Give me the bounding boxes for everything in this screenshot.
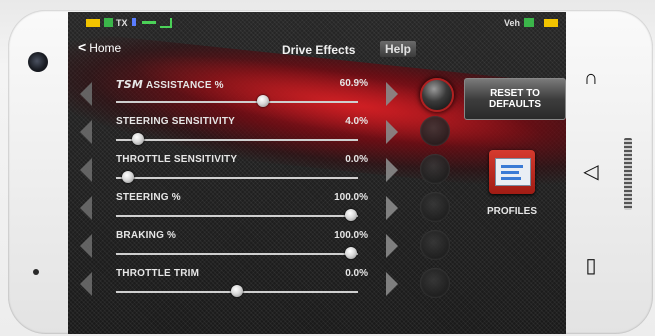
setting-label-text: STEERING % <box>116 192 181 203</box>
decrease-arrow-icon[interactable] <box>80 196 92 220</box>
setting-value: 60.9% <box>339 78 368 89</box>
vehicle-battery-icon <box>544 19 558 27</box>
reset-label-line2: DEFAULTS <box>488 99 542 110</box>
slider-track[interactable] <box>116 177 358 179</box>
slider-track[interactable] <box>116 139 358 141</box>
vehicle-icon <box>524 18 534 27</box>
effect-dial-icon[interactable] <box>420 154 450 184</box>
page-title: Drive Effects <box>282 43 356 57</box>
slider-handle[interactable] <box>122 171 135 183</box>
setting-label: THROTTLE SENSITIVITY <box>116 154 237 165</box>
effect-dial-icon[interactable] <box>420 116 450 146</box>
link-icon <box>142 21 156 24</box>
help-button[interactable]: Help <box>380 41 416 57</box>
tx-icon <box>104 18 113 27</box>
decrease-arrow-icon[interactable] <box>80 120 92 144</box>
reset-to-defaults-button[interactable]: RESET TO DEFAULTS <box>464 78 566 120</box>
slider-handle[interactable] <box>131 133 144 145</box>
veh-label: Veh <box>504 18 521 28</box>
setting-value: 0.0% <box>345 154 368 165</box>
speaker-grille <box>624 138 632 210</box>
profiles-document-icon <box>495 158 531 186</box>
setting-label-text: BRAKING % <box>116 230 177 241</box>
setting-value: 0.0% <box>345 268 368 279</box>
slider-handle[interactable] <box>344 209 357 221</box>
home-back-button[interactable]: < Home <box>78 39 121 55</box>
decrease-arrow-icon[interactable] <box>80 158 92 182</box>
effect-dial-icon[interactable] <box>420 268 450 298</box>
increase-arrow-icon[interactable] <box>386 82 398 106</box>
setting-row: THROTTLE SENSITIVITY 0.0% <box>68 150 408 188</box>
increase-arrow-icon[interactable] <box>386 234 398 258</box>
setting-label: STEERING SENSITIVITY <box>116 116 235 127</box>
status-bar: TX Veh <box>68 12 566 34</box>
profiles-icon[interactable] <box>489 150 535 194</box>
setting-value: 100.0% <box>334 192 368 203</box>
decrease-arrow-icon[interactable] <box>80 272 92 296</box>
increase-arrow-icon[interactable] <box>386 272 398 296</box>
setting-label: STEERING % <box>116 192 181 203</box>
signal-icon <box>160 18 172 28</box>
setting-label: TSM ASSISTANCE % <box>116 78 224 91</box>
setting-label-text: THROTTLE TRIM <box>116 268 200 279</box>
profiles-label[interactable]: PROFILES <box>482 206 542 217</box>
setting-row: STEERING % 100.0% <box>68 188 408 226</box>
battery-icon <box>86 19 100 27</box>
setting-row: STEERING SENSITIVITY 4.0% <box>68 112 408 150</box>
setting-label-text: THROTTLE SENSITIVITY <box>116 154 238 165</box>
sensor-dot-icon <box>33 269 39 275</box>
setting-row: BRAKING % 100.0% <box>68 226 408 264</box>
slider-track[interactable] <box>116 253 358 255</box>
decrease-arrow-icon[interactable] <box>80 82 92 106</box>
setting-label: BRAKING % <box>116 230 176 241</box>
increase-arrow-icon[interactable] <box>386 158 398 182</box>
setting-value: 100.0% <box>334 230 368 241</box>
increase-arrow-icon[interactable] <box>386 196 398 220</box>
effect-dial-icon[interactable] <box>420 230 450 260</box>
home-back-label: Home <box>89 41 122 55</box>
increase-arrow-icon[interactable] <box>386 120 398 144</box>
setting-label: THROTTLE TRIM <box>116 268 199 279</box>
tsm-logo: TSM <box>116 78 143 91</box>
setting-row: TSM ASSISTANCE % 60.9% <box>68 74 408 112</box>
decrease-arrow-icon[interactable] <box>80 234 92 258</box>
bluetooth-icon <box>132 18 136 26</box>
effect-dial-icon[interactable] <box>420 192 450 222</box>
recent-apps-softkey-icon[interactable]: ▯ <box>580 254 602 278</box>
tx-label: TX <box>116 18 128 28</box>
back-softkey-icon[interactable]: ∩ <box>580 66 602 90</box>
slider-handle[interactable] <box>344 247 357 259</box>
setting-label-text: STEERING SENSITIVITY <box>116 116 236 127</box>
slider-track[interactable] <box>116 101 358 103</box>
app-screen: TX Veh < Home Drive Effects Help TSM ASSIS… <box>68 12 566 334</box>
reset-label-line1: RESET TO <box>490 88 540 99</box>
setting-value: 4.0% <box>345 116 368 127</box>
effect-dial-icon[interactable] <box>420 78 454 112</box>
slider-track[interactable] <box>116 215 358 217</box>
slider-handle[interactable] <box>231 285 243 297</box>
setting-label-text: ASSISTANCE % <box>145 80 224 91</box>
home-softkey-icon[interactable]: ◁ <box>580 160 602 184</box>
slider-handle[interactable] <box>257 95 270 107</box>
setting-row: THROTTLE TRIM 0.0% <box>68 264 408 302</box>
chevron-left-icon: < <box>78 39 87 55</box>
phone-device: ∩ ◁ ▯ TX Veh < Home Drive Effects Help TS… <box>0 0 655 336</box>
front-camera-icon <box>28 52 48 72</box>
